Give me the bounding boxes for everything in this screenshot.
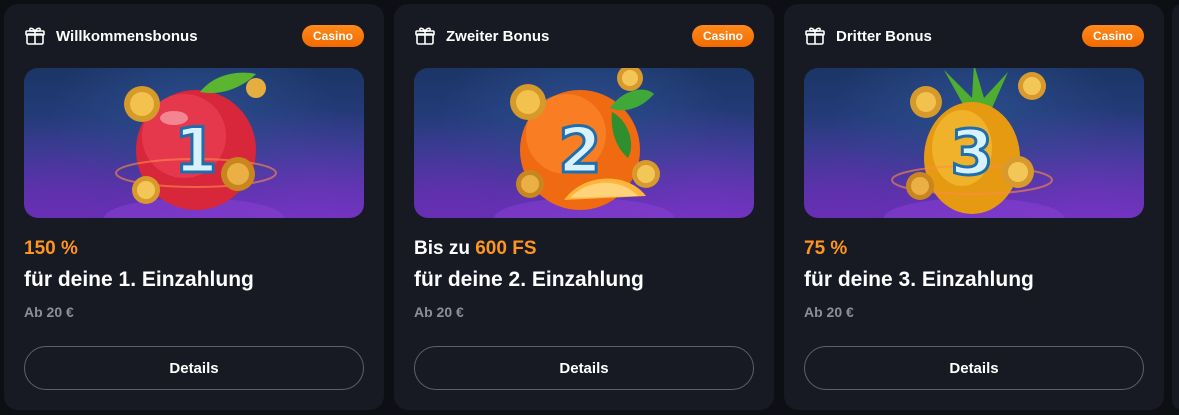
deposit-label: für deine 1. Einzahlung [24,268,254,291]
banner-number: 3 [950,116,993,189]
minimum-deposit: Ab 20 € [804,304,854,320]
bonus-card-welcome: Willkommensbonus Casino 1 150 % für dein… [4,4,384,410]
card-header: Willkommensbonus Casino [24,24,364,48]
gift-icon [804,25,826,47]
bonus-amount: Bis zu 600 FS [414,238,537,260]
minimum-deposit: Ab 20 € [24,304,74,320]
bonus-card-second: Zweiter Bonus Casino 2 Bis zu 600 FS für… [394,4,774,410]
card-header: Zweiter Bonus Casino [414,24,754,48]
details-button[interactable]: Details [24,346,364,390]
minimum-deposit: Ab 20 € [414,304,464,320]
card-title: Zweiter Bonus [446,27,550,45]
amount-value: 600 FS [475,238,537,259]
gift-icon [24,25,46,47]
amount-prefix: Bis zu [414,238,476,259]
next-card-edge [1172,4,1179,410]
amount-value: 150 % [24,238,78,259]
casino-badge: Casino [1081,25,1144,47]
casino-badge: Casino [691,25,754,47]
bonus-card-third: Dritter Bonus Casino 3 75 % für deine 3.… [784,4,1164,410]
casino-badge: Casino [301,25,364,47]
deposit-label: für deine 3. Einzahlung [804,268,1034,291]
bonus-banner-image: 3 [804,68,1144,218]
bonus-amount: 150 % [24,238,78,260]
details-button[interactable]: Details [414,346,754,390]
bonus-banner-image: 2 [414,68,754,218]
gift-icon [414,25,436,47]
details-button[interactable]: Details [804,346,1144,390]
amount-value: 75 % [804,238,848,259]
card-title: Dritter Bonus [836,27,932,45]
card-title: Willkommensbonus [56,27,198,45]
bonus-banner-image: 1 [24,68,364,218]
deposit-label: für deine 2. Einzahlung [414,268,644,291]
card-header: Dritter Bonus Casino [804,24,1144,48]
bonus-amount: 75 % [804,238,847,260]
bonus-card-row: Willkommensbonus Casino 1 150 % für dein… [4,4,1164,410]
banner-number: 1 [174,114,217,187]
banner-number: 2 [558,114,601,187]
